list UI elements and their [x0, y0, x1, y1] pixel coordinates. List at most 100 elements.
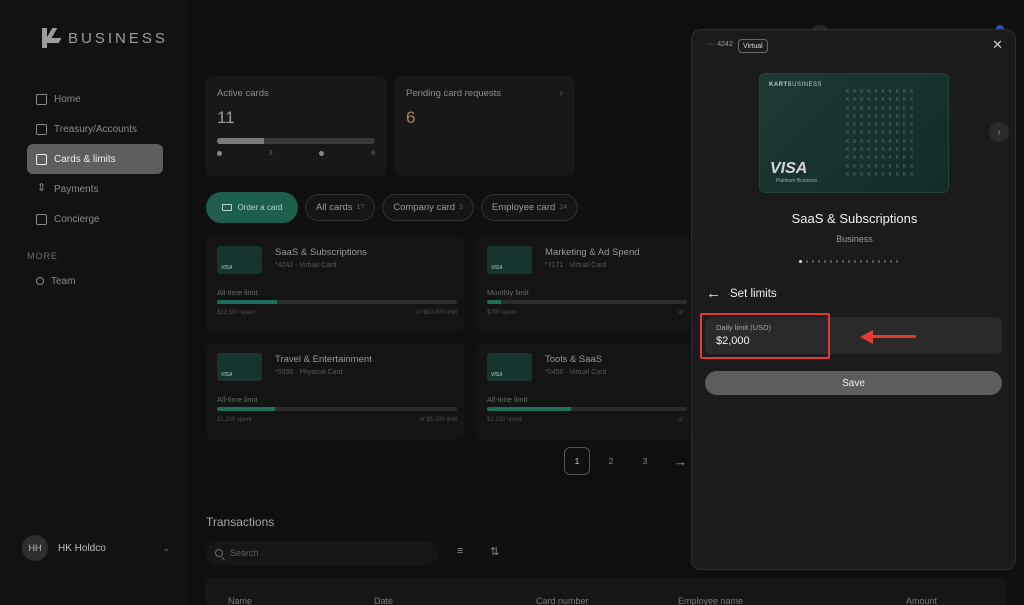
carousel-dot[interactable]	[841, 260, 844, 263]
close-icon[interactable]: ✕	[992, 37, 1003, 53]
active-cards-stat[interactable]: Active cards 11 3 8	[206, 76, 386, 176]
team-icon	[36, 277, 44, 285]
limit-label: Monthly limit	[487, 288, 529, 297]
sidebar-item-home[interactable]: Home	[27, 84, 163, 114]
carousel-dot[interactable]	[829, 260, 832, 263]
column-header-amount[interactable]: Amount	[906, 596, 937, 605]
limit-text: of	[677, 310, 683, 316]
page-button-1[interactable]: 1	[564, 447, 590, 475]
transfer-icon	[36, 181, 47, 195]
sidebar-item-label: Concierge	[54, 213, 100, 225]
spent-text: $1,200 spent	[217, 417, 252, 423]
bar-legend: 3 8	[217, 150, 375, 157]
chip-count: 3	[459, 204, 463, 211]
spent-text: $700 spent	[487, 310, 517, 316]
carousel-dot[interactable]	[871, 260, 874, 263]
carousel-dot[interactable]	[847, 260, 850, 263]
carousel-dot[interactable]	[811, 260, 814, 263]
carousel-dot[interactable]	[853, 260, 856, 263]
annotation-arrow-icon	[860, 330, 918, 344]
home-icon	[36, 93, 47, 105]
column-header-name[interactable]: Name	[228, 596, 252, 605]
sidebar-item-concierge[interactable]: Concierge	[27, 204, 163, 234]
chip-count: 14	[559, 204, 568, 211]
transactions-table-header: Name Date Card number Employee name Amou…	[206, 577, 1006, 605]
transactions-search-input[interactable]: Search	[206, 541, 438, 565]
active-cards-bar-fill	[217, 138, 265, 144]
column-header-date[interactable]: Date	[374, 596, 393, 605]
filter-chip-employee[interactable]: Employee card 14	[480, 194, 579, 221]
filter-chip-company[interactable]: Company card 3	[382, 194, 474, 221]
save-button[interactable]: Save	[705, 371, 1002, 395]
chip-label: Company card	[393, 202, 456, 213]
carousel-dot[interactable]	[895, 260, 898, 263]
sidebar-item-team[interactable]: Team	[27, 266, 163, 296]
next-card-button[interactable]: ›	[989, 122, 1009, 142]
card-list-item[interactable]: Marketing & Ad Spend *7171 · Virtual Car…	[476, 236, 690, 332]
card-list-item[interactable]: Tools & SaaS *0456 · Virtual Card All-ti…	[476, 343, 690, 439]
logo[interactable]: BUSINESS	[40, 27, 168, 49]
chevron-right-icon: ›	[997, 126, 1001, 138]
limit-text: of $50,000 limit	[416, 310, 457, 316]
chevron-right-icon: ›	[559, 88, 563, 99]
order-card-label: Order a card	[237, 203, 283, 212]
column-header-card-number[interactable]: Card number	[536, 596, 589, 605]
card-list-item[interactable]: SaaS & Subscriptions *4242 · Virtual Car…	[206, 236, 464, 332]
carousel-dot[interactable]	[877, 260, 880, 263]
card-tier: Platinum Business	[776, 178, 818, 184]
visa-logo: VISA	[770, 160, 808, 177]
chip-label: Employee card	[491, 202, 556, 213]
sidebar-item-label: Treasury/Accounts	[54, 123, 137, 135]
card-title: Tools & SaaS	[545, 354, 603, 365]
carousel-dot[interactable]	[865, 260, 868, 263]
carousel-dot[interactable]	[835, 260, 838, 263]
card-brand: KARTBUSINESS	[769, 82, 822, 88]
carousel-dot[interactable]	[805, 260, 808, 263]
stat-label: Active cards	[217, 88, 269, 99]
card-icon	[221, 204, 232, 211]
page-button-2[interactable]: 2	[598, 447, 624, 475]
limit-label: All-time limit	[487, 395, 528, 404]
sidebar: BUSINESS Home Treasury/Accounts Cards & …	[0, 0, 190, 605]
card-thumbnail	[487, 246, 532, 274]
legend-value-a: 3	[268, 150, 273, 157]
limit-bar	[487, 300, 687, 304]
sidebar-item-treasury[interactable]: Treasury/Accounts	[27, 114, 163, 144]
highlight-box	[700, 313, 830, 359]
page-button-3[interactable]: 3	[632, 447, 658, 475]
limit-text: of $5,000 limit	[419, 417, 457, 423]
order-card-button[interactable]: Order a card	[206, 192, 298, 223]
carousel-dot[interactable]	[883, 260, 886, 263]
carousel-dot[interactable]	[823, 260, 826, 263]
back-button[interactable]: ← Set limits	[706, 286, 777, 301]
limit-label: All-time limit	[217, 395, 258, 404]
limit-bar	[487, 407, 687, 411]
filter-icon[interactable]: ≡	[457, 545, 463, 557]
pending-requests-stat[interactable]: Pending card requests 6 ›	[395, 76, 575, 176]
sidebar-item-payments[interactable]: Payments	[27, 174, 163, 204]
panel-card-type: Business	[836, 234, 873, 244]
logo-mark-icon	[40, 27, 60, 49]
sidebar-item-cards[interactable]: Cards & limits	[27, 144, 163, 174]
panel-card-number: ···· 4242	[706, 41, 733, 48]
card-brand-a: KART	[769, 82, 788, 88]
sort-icon[interactable]: ⇅	[490, 545, 499, 558]
legend-dot	[319, 151, 325, 156]
carousel-dot[interactable]	[799, 260, 802, 263]
card-detail-panel: ···· 4242 Virtual ✕ KARTBUSINESS KKKKKKK…	[691, 29, 1016, 570]
carousel-dot[interactable]	[889, 260, 892, 263]
carousel-dot[interactable]	[859, 260, 862, 263]
bank-icon	[36, 123, 47, 135]
transactions-title: Transactions	[206, 515, 275, 529]
limit-text: of	[677, 417, 683, 423]
carousel-dot[interactable]	[817, 260, 820, 263]
org-switcher[interactable]: HH HK Holdco ⌄	[22, 535, 170, 561]
sidebar-item-label: Home	[54, 93, 81, 105]
card-list-item[interactable]: Travel & Entertainment *5555 · Physical …	[206, 343, 464, 439]
column-header-employee[interactable]: Employee name	[678, 596, 743, 605]
filter-chip-all[interactable]: All cards 17	[305, 194, 376, 221]
active-cards-bar	[217, 138, 375, 144]
carousel-dots	[799, 260, 898, 263]
next-page-arrow-icon[interactable]: →	[674, 454, 687, 469]
sidebar-item-label: Cards & limits	[54, 153, 116, 165]
